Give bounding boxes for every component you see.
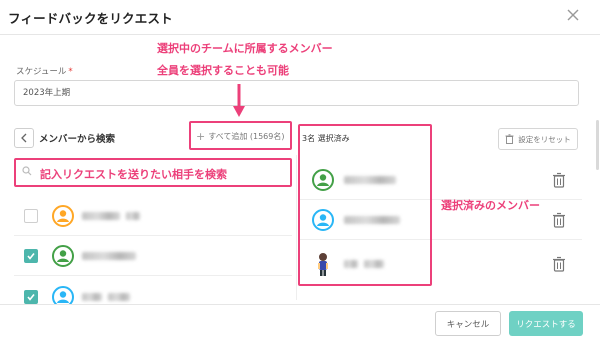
annotation-selected-note: 選択済みのメンバー: [441, 199, 540, 212]
check-icon: [27, 294, 35, 301]
annotation-search-note: 記入リクエストを送りたい相手を検索: [40, 168, 227, 181]
member-row[interactable]: [14, 276, 292, 304]
trash-icon[interactable]: [552, 212, 566, 228]
chevron-left-icon: [21, 133, 27, 143]
schedule-label-text: スケジュール: [16, 67, 67, 77]
modal-title: フィードバックをリクエスト: [8, 11, 173, 26]
schedule-label: スケジュール *: [16, 65, 73, 77]
green-person-icon: [52, 244, 74, 267]
cancel-button[interactable]: キャンセル: [435, 311, 501, 336]
trash-icon: [505, 134, 514, 144]
blue-person-icon: [52, 286, 74, 304]
member-row[interactable]: [14, 236, 292, 276]
trash-icon[interactable]: [552, 172, 566, 188]
annotation-box-selected: [298, 124, 432, 286]
required-mark: *: [68, 67, 73, 77]
member-row[interactable]: [14, 196, 292, 236]
member-checkbox[interactable]: [24, 248, 38, 263]
footer-divider: [0, 304, 600, 305]
header-divider: [0, 34, 600, 35]
submit-request-button[interactable]: リクエストする: [509, 311, 583, 336]
member-search-title: メンバーから検索: [39, 134, 116, 145]
annotation-team-note-line1: 選択中のチームに所属するメンバー: [157, 42, 333, 55]
schedule-select[interactable]: 2023年上期: [14, 80, 579, 106]
member-name-blurred: [82, 211, 120, 220]
annotation-team-note-line2: 全員を選択することも可能: [157, 64, 289, 77]
back-button[interactable]: [14, 128, 34, 148]
member-checkbox[interactable]: [24, 290, 38, 304]
close-icon[interactable]: [564, 6, 582, 24]
orange-person-icon: [52, 204, 74, 227]
annotation-arrow-down-icon: [233, 84, 245, 117]
member-name-blurred: [82, 293, 102, 301]
member-name-blurred: [82, 251, 136, 260]
trash-icon[interactable]: [552, 256, 566, 272]
search-icon: [22, 166, 32, 176]
annotation-box-add-all: [189, 121, 292, 150]
check-icon: [27, 252, 35, 260]
member-name-blurred: [108, 293, 130, 301]
reset-label: 設定をリセット: [518, 134, 571, 144]
scrollbar[interactable]: [596, 120, 599, 170]
reset-button[interactable]: 設定をリセット: [498, 128, 578, 150]
member-checkbox[interactable]: [24, 208, 38, 223]
member-name-blurred: [126, 211, 140, 220]
column-divider: [296, 155, 297, 300]
